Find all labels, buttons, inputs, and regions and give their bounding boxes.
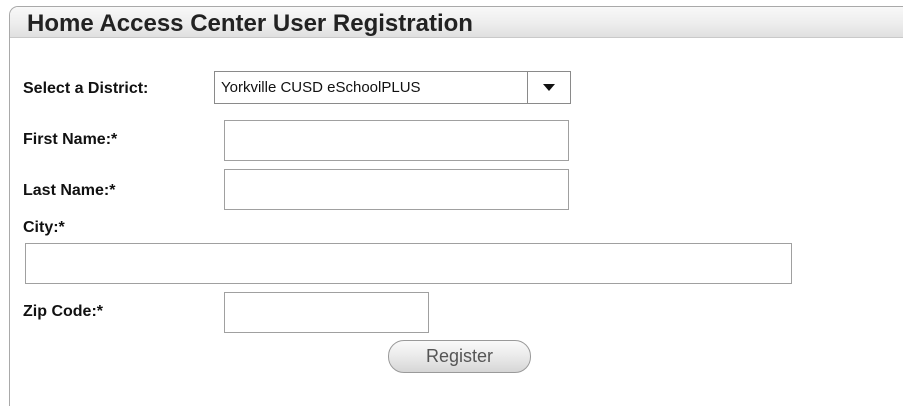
district-select-toggle[interactable]	[527, 72, 570, 103]
district-select-value: Yorkville CUSD eSchoolPLUS	[221, 79, 421, 96]
first-name-field[interactable]	[224, 120, 569, 161]
last-name-label: Last Name:*	[23, 182, 116, 199]
zip-code-label: Zip Code:*	[23, 303, 103, 320]
register-button[interactable]: Register	[388, 340, 531, 373]
city-field[interactable]	[25, 243, 792, 284]
chevron-down-icon	[543, 84, 555, 91]
district-label: Select a District:	[23, 80, 149, 97]
panel-header: Home Access Center User Registration	[10, 7, 903, 38]
district-select[interactable]: Yorkville CUSD eSchoolPLUS	[214, 71, 571, 104]
zip-code-field[interactable]	[224, 292, 429, 333]
page-title: Home Access Center User Registration	[27, 10, 473, 37]
first-name-label: First Name:*	[23, 131, 118, 148]
last-name-field[interactable]	[224, 169, 569, 210]
city-label: City:*	[23, 219, 65, 236]
